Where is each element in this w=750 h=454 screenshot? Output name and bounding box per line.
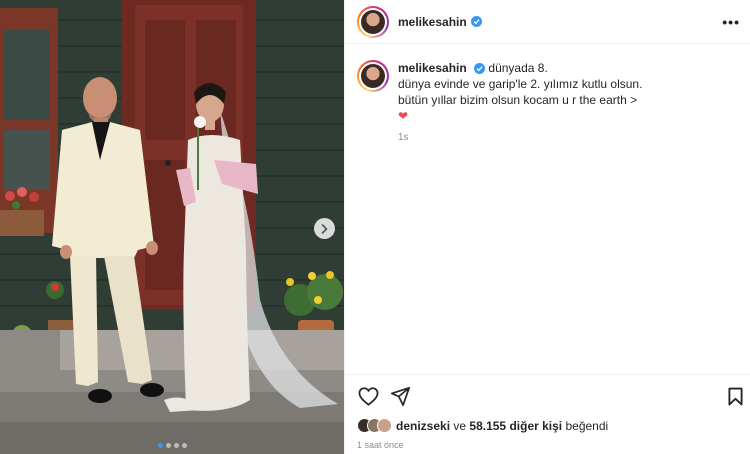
- carousel-dot: [173, 443, 179, 448]
- likes-suffix: beğendi: [565, 418, 609, 433]
- post-action-bar: [345, 374, 750, 418]
- carousel-next-button[interactable]: [314, 218, 335, 239]
- chevron-right-icon: [321, 223, 328, 234]
- caption-line-2: bütün yıllar bizim olsun kocam u r the e…: [398, 93, 638, 107]
- heart-icon[interactable]: [358, 387, 379, 406]
- wedding-photo-image: [0, 0, 344, 454]
- carousel-dot: [165, 443, 171, 448]
- carousel-dots: [0, 443, 344, 448]
- avatar-image: [361, 64, 385, 88]
- caption-line-1: dünya evinde ve garip'le 2. yılımız kutl…: [398, 77, 643, 91]
- post-caption: melikesahin dünyada 8. dünya evinde ve g…: [345, 44, 750, 146]
- caption-author-avatar[interactable]: [357, 60, 389, 92]
- more-options-icon[interactable]: •••: [722, 14, 740, 30]
- bookmark-icon[interactable]: [728, 387, 743, 406]
- liker-avatar[interactable]: [377, 418, 392, 433]
- avatar-image: [361, 9, 385, 34]
- verified-badge-icon: [474, 63, 486, 75]
- likes-summary: denizseki ve 58.155 diğer kişi beğendi: [357, 418, 608, 433]
- likes-connector: ve: [453, 418, 467, 433]
- likes-count[interactable]: 58.155 diğer kişi: [469, 419, 562, 433]
- post-photo[interactable]: [0, 0, 344, 454]
- liker-username[interactable]: denizseki: [396, 419, 450, 433]
- caption-username[interactable]: melikesahin: [398, 61, 467, 75]
- post-timestamp: 1 saat önce: [357, 440, 404, 450]
- heart-emoji-icon: ❤: [398, 109, 409, 123]
- verified-badge-icon: [470, 16, 482, 27]
- author-username[interactable]: melikesahin: [398, 15, 467, 29]
- post-header: melikesahin •••: [345, 0, 750, 44]
- carousel-dot: [181, 443, 187, 448]
- author-avatar[interactable]: [357, 5, 389, 38]
- caption-location-text: dünyada 8.: [488, 61, 548, 75]
- share-icon[interactable]: [391, 387, 410, 406]
- post-details-panel: melikesahin ••• melikesahin dünyada 8. d…: [344, 0, 750, 454]
- carousel-dot: [157, 443, 163, 448]
- caption-timestamp: 1s: [398, 132, 409, 143]
